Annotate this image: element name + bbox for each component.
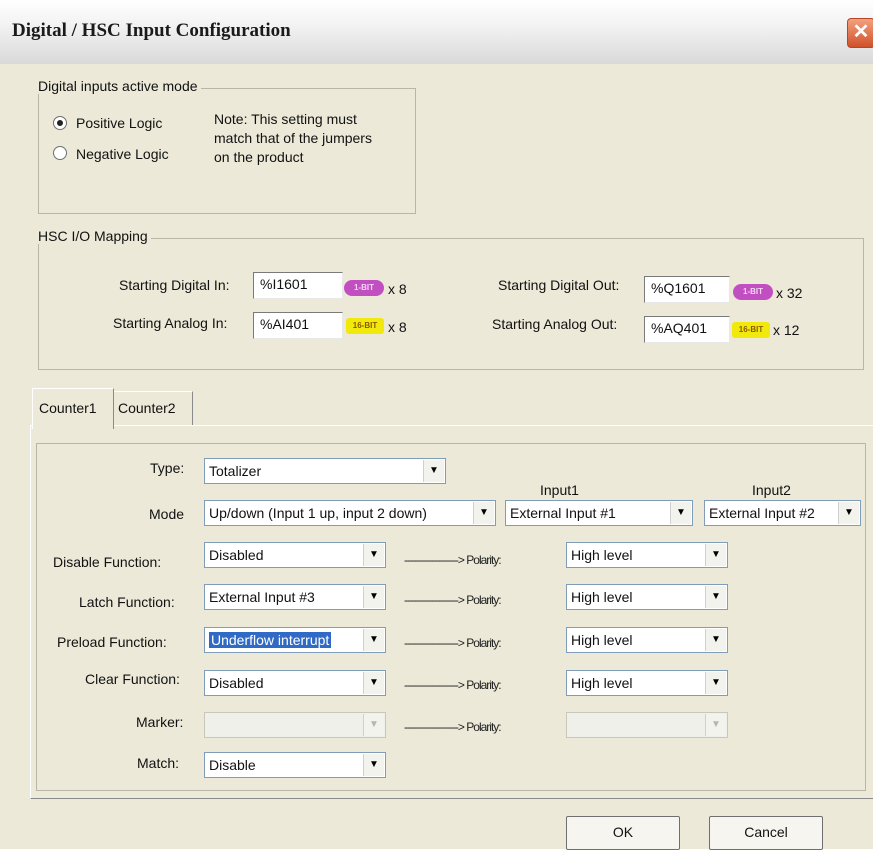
marker-polarity-dropdown: ▼: [566, 712, 728, 738]
disable-polarity-value: High level: [571, 547, 633, 563]
starting-analog-out-field[interactable]: %AQ401: [644, 316, 730, 343]
type-label: Type:: [150, 460, 185, 476]
io-mapping-group: [38, 238, 864, 370]
latch-polarity-dropdown[interactable]: High level ▼: [566, 584, 728, 610]
note-line-2: match that of the jumpers: [214, 130, 372, 146]
dialog-window: Digital / HSC Input Configuration ✕ Digi…: [0, 0, 873, 850]
starting-digital-in-field[interactable]: %I1601: [253, 272, 343, 299]
analog-out-count: x 12: [773, 322, 800, 338]
16-bit-badge: 16-BIT: [732, 322, 770, 338]
preload-function-value-wrap: Underflow interrupt: [209, 632, 332, 648]
preload-polarity-label: ------------------> Polarity:: [404, 636, 502, 650]
1-bit-badge: 1-BIT: [733, 284, 773, 300]
starting-digital-out-label: Starting Digital Out:: [498, 277, 620, 293]
input2-dropdown[interactable]: External Input #2 ▼: [704, 500, 861, 526]
type-dropdown[interactable]: Totalizer ▼: [204, 458, 446, 484]
close-button[interactable]: ✕: [847, 18, 873, 48]
latch-polarity-value: High level: [571, 589, 633, 605]
cancel-button[interactable]: Cancel: [709, 816, 823, 850]
preload-polarity-value: High level: [571, 632, 633, 648]
mode-value: Up/down (Input 1 up, input 2 down): [209, 505, 427, 521]
input1-label: Input1: [540, 482, 579, 498]
positive-logic-label[interactable]: Positive Logic: [76, 115, 162, 131]
clear-polarity-dropdown[interactable]: High level ▼: [566, 670, 728, 696]
chevron-down-icon: ▼: [705, 672, 726, 694]
disable-function-label: Disable Function:: [53, 554, 162, 570]
match-label: Match:: [137, 755, 180, 771]
chevron-down-icon: ▼: [838, 502, 859, 524]
input1-value: External Input #1: [510, 505, 616, 521]
clear-polarity-value: High level: [571, 675, 633, 691]
chevron-down-icon: ▼: [363, 754, 384, 776]
disable-polarity-dropdown[interactable]: High level ▼: [566, 542, 728, 568]
chevron-down-icon: ▼: [363, 544, 384, 566]
disable-polarity-label: ------------------> Polarity:: [404, 553, 502, 567]
type-value: Totalizer: [209, 463, 262, 479]
match-value: Disable: [209, 757, 256, 773]
note-line-3: on the product: [214, 149, 304, 165]
io-mapping-group-label: HSC I/O Mapping: [35, 228, 151, 244]
note-line-1: Note: This setting must: [214, 111, 357, 127]
input1-dropdown[interactable]: External Input #1 ▼: [505, 500, 693, 526]
active-mode-group-label: Digital inputs active mode: [35, 78, 201, 94]
input2-value: External Input #2: [709, 505, 815, 521]
chevron-down-icon: ▼: [423, 460, 444, 482]
marker-label: Marker:: [136, 714, 184, 730]
chevron-down-icon: ▼: [473, 502, 494, 524]
16-bit-badge: 16-BIT: [346, 318, 384, 334]
chevron-down-icon: ▼: [363, 714, 384, 736]
tab-counter1[interactable]: Counter1: [32, 388, 114, 429]
latch-function-label: Latch Function:: [79, 594, 175, 610]
disable-function-value: Disabled: [209, 547, 264, 563]
starting-analog-out-label: Starting Analog Out:: [492, 316, 618, 332]
window-title: Digital / HSC Input Configuration: [12, 20, 291, 41]
starting-digital-out-field[interactable]: %Q1601: [644, 276, 730, 303]
latch-function-value: External Input #3: [209, 589, 315, 605]
chevron-down-icon: ▼: [670, 502, 691, 524]
input2-label: Input2: [752, 482, 791, 498]
match-dropdown[interactable]: Disable ▼: [204, 752, 386, 778]
tab-counter2-label: Counter2: [118, 400, 176, 416]
analog-in-count: x 8: [388, 319, 407, 335]
counter-settings-frame: [36, 443, 866, 791]
negative-logic-label[interactable]: Negative Logic: [76, 146, 169, 162]
preload-function-label: Preload Function:: [57, 634, 167, 650]
positive-logic-radio[interactable]: [53, 116, 67, 130]
clear-function-label: Clear Function:: [85, 671, 180, 687]
disable-function-dropdown[interactable]: Disabled ▼: [204, 542, 386, 568]
chevron-down-icon: ▼: [363, 629, 384, 651]
starting-analog-in-field[interactable]: %AI401: [253, 312, 343, 339]
starting-digital-in-label: Starting Digital In:: [119, 277, 230, 293]
digital-in-count: x 8: [388, 281, 407, 297]
latch-function-dropdown[interactable]: External Input #3 ▼: [204, 584, 386, 610]
preload-function-dropdown[interactable]: Underflow interrupt ▼: [204, 627, 386, 653]
1-bit-badge: 1-BIT: [344, 280, 384, 296]
chevron-down-icon: ▼: [705, 714, 726, 736]
chevron-down-icon: ▼: [705, 544, 726, 566]
marker-dropdown: ▼: [204, 712, 386, 738]
preload-function-value: Underflow interrupt: [209, 632, 332, 648]
starting-analog-in-label: Starting Analog In:: [113, 315, 228, 331]
tab-counter2[interactable]: Counter2: [114, 391, 193, 426]
mode-dropdown[interactable]: Up/down (Input 1 up, input 2 down) ▼: [204, 500, 496, 526]
chevron-down-icon: ▼: [363, 586, 384, 608]
title-bar[interactable]: Digital / HSC Input Configuration ✕: [0, 0, 873, 64]
mode-label: Mode: [149, 506, 185, 522]
negative-logic-radio[interactable]: [53, 146, 67, 160]
marker-polarity-label: ------------------> Polarity:: [404, 720, 502, 734]
clear-function-value: Disabled: [209, 675, 264, 691]
preload-polarity-dropdown[interactable]: High level ▼: [566, 627, 728, 653]
clear-polarity-label: ------------------> Polarity:: [404, 678, 502, 692]
clear-function-dropdown[interactable]: Disabled ▼: [204, 670, 386, 696]
latch-polarity-label: ------------------> Polarity:: [404, 593, 502, 607]
chevron-down-icon: ▼: [705, 629, 726, 651]
ok-button[interactable]: OK: [566, 816, 680, 850]
digital-out-count: x 32: [776, 285, 803, 301]
tab-counter1-label: Counter1: [39, 400, 97, 416]
chevron-down-icon: ▼: [363, 672, 384, 694]
chevron-down-icon: ▼: [705, 586, 726, 608]
